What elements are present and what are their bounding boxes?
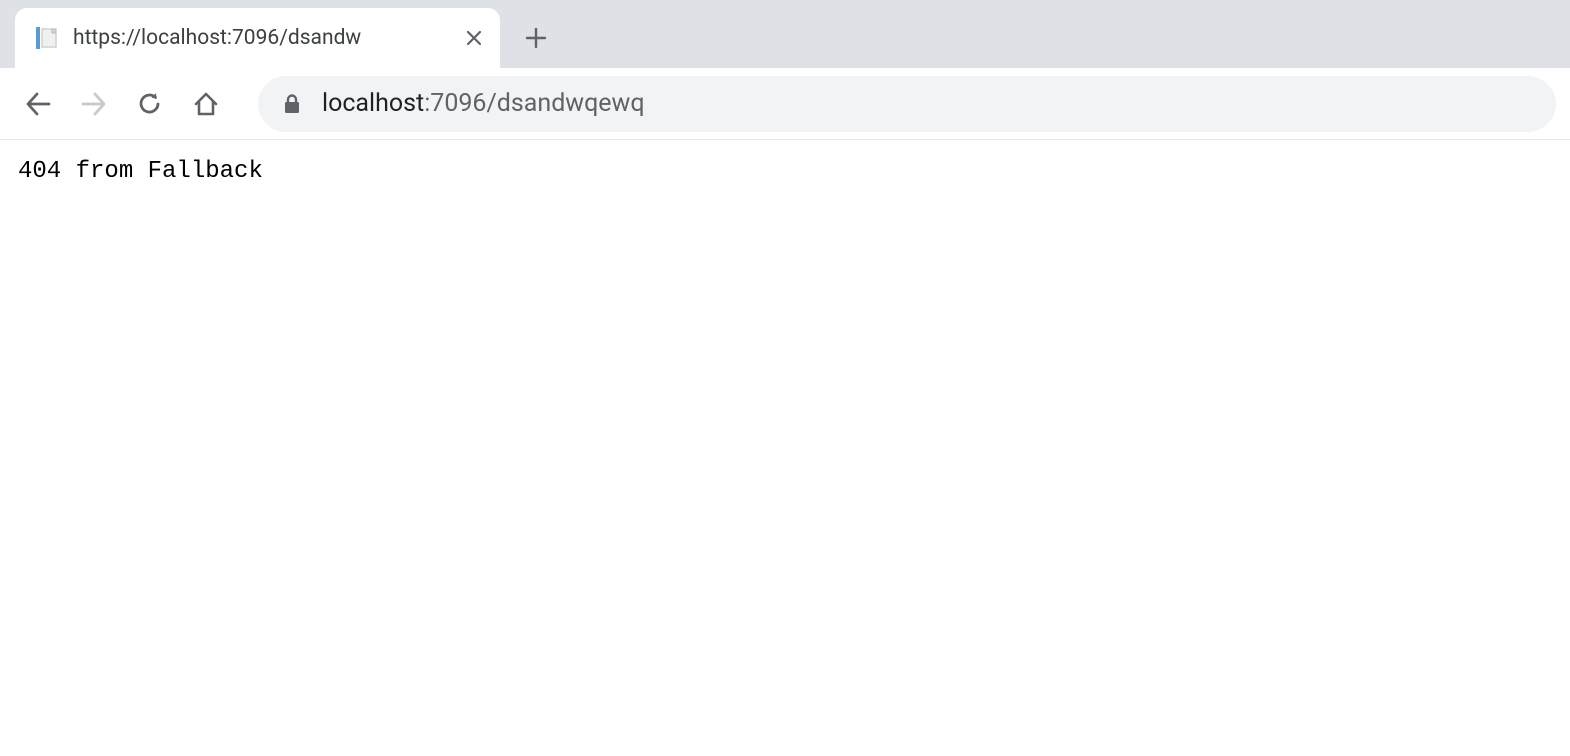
browser-tab[interactable]: https://localhost:7096/dsandw <box>15 8 500 68</box>
page-content: 404 from Fallback <box>0 140 1570 203</box>
new-tab-button[interactable] <box>510 12 562 64</box>
url-path: :7096/dsandwqewq <box>424 89 644 118</box>
address-bar[interactable]: localhost:7096/dsandwqewq <box>258 76 1556 132</box>
url-display: localhost:7096/dsandwqewq <box>322 89 645 118</box>
home-button[interactable] <box>182 80 230 128</box>
browser-toolbar: localhost:7096/dsandwqewq <box>0 68 1570 140</box>
body-text: 404 from Fallback <box>18 158 1552 185</box>
page-favicon <box>33 24 61 52</box>
reload-button[interactable] <box>126 80 174 128</box>
home-icon <box>192 90 220 118</box>
forward-button <box>70 80 118 128</box>
url-host: localhost <box>322 89 424 118</box>
lock-icon <box>282 94 302 114</box>
arrow-right-icon <box>79 89 109 119</box>
arrow-left-icon <box>23 89 53 119</box>
back-button[interactable] <box>14 80 62 128</box>
reload-icon <box>136 90 164 118</box>
tab-strip: https://localhost:7096/dsandw <box>0 0 1570 68</box>
close-tab-button[interactable] <box>462 26 486 50</box>
tab-title: https://localhost:7096/dsandw <box>73 26 450 50</box>
plus-icon <box>525 27 547 49</box>
close-icon <box>465 29 483 47</box>
